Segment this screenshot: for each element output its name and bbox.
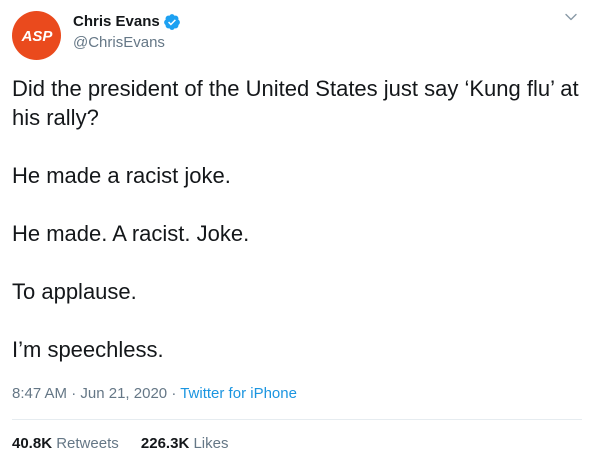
retweets-count: 40.8K (12, 435, 53, 452)
tweet-line: He made a racist joke. (12, 163, 231, 188)
likes-count: 226.3K (140, 435, 190, 452)
likes-label: Likes (193, 435, 229, 452)
likes-stat[interactable]: 226.3K Likes (141, 435, 229, 452)
tweet-line: I’m speechless. (12, 337, 164, 362)
divider (12, 419, 582, 420)
tweet-line: He made. A racist. Joke. (12, 221, 250, 246)
retweets-label: Retweets (56, 435, 119, 452)
avatar-logo: ASP (20, 28, 53, 45)
tweet-meta: 8:47 AM · Jun 21, 2020 · Twitter for iPh… (12, 384, 297, 404)
verified-badge-icon (163, 14, 180, 30)
tweet-card: ASP Chris Evans @ChrisEvans Did the pres… (0, 0, 594, 466)
tweet-text: Did the president of the United States j… (12, 74, 582, 393)
handle[interactable]: @ChrisEvans (73, 33, 181, 53)
avatar[interactable]: ASP (12, 11, 61, 60)
tweet-time[interactable]: 8:47 AM (12, 385, 67, 402)
author-block: Chris Evans @ChrisEvans (73, 12, 181, 53)
tweet-source-link[interactable]: Twitter for iPhone (180, 385, 297, 402)
meta-separator: · (171, 385, 177, 402)
display-name[interactable]: Chris Evans (73, 12, 160, 32)
meta-separator: · (71, 385, 77, 402)
retweets-stat[interactable]: 40.8K Retweets (12, 435, 123, 452)
chevron-down-icon[interactable] (564, 10, 578, 24)
tweet-stats: 40.8K Retweets 226.3K Likes (12, 434, 246, 454)
avatar-text: ASP (20, 28, 53, 45)
tweet-date[interactable]: Jun 21, 2020 (80, 385, 167, 402)
tweet-line: Did the president of the United States j… (12, 76, 579, 130)
tweet-line: To applause. (12, 279, 137, 304)
